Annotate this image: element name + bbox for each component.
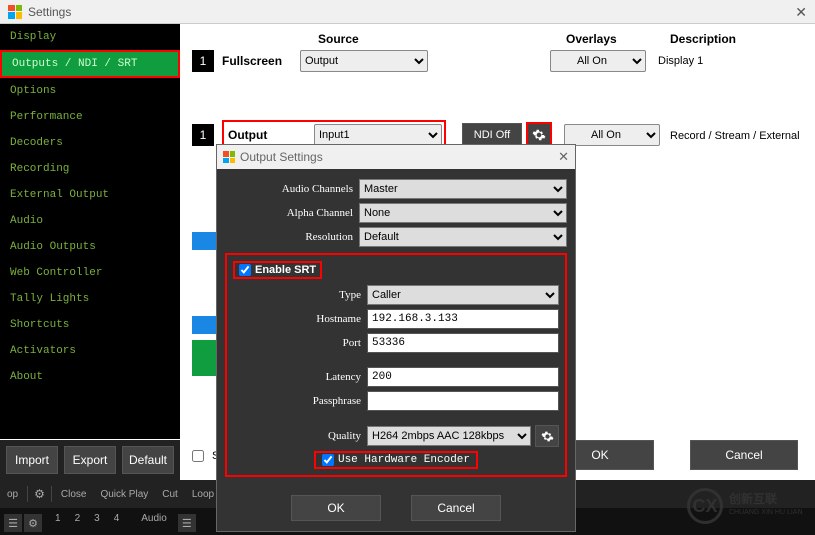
sidebar-item-outputs[interactable]: Outputs / NDI / SRT <box>0 50 180 78</box>
watermark-symbol: CX <box>687 488 723 524</box>
sidebar-item-decoders[interactable]: Decoders <box>0 130 180 156</box>
main-cancel-button[interactable]: Cancel <box>690 440 798 470</box>
gear-icon <box>541 430 554 443</box>
sidebar-item-about[interactable]: About <box>0 364 180 390</box>
enable-srt-checkbox-input[interactable] <box>239 264 251 276</box>
resolution-label: Resolution <box>225 231 359 243</box>
quality-select[interactable]: H264 2mbps AAC 128kbps <box>367 426 531 446</box>
main-titlebar: Settings ✕ <box>0 0 815 24</box>
close-button[interactable]: Close <box>54 483 94 505</box>
srt-section: Enable SRT Type Caller Hostname Port Lat… <box>225 253 567 477</box>
output-overlay-select[interactable]: All On <box>564 124 660 146</box>
close-icon[interactable]: ✕ <box>795 4 807 21</box>
dialog-close-icon[interactable]: ✕ <box>558 149 569 165</box>
row1-desc: Display 1 <box>658 55 703 67</box>
audio-channels-label: Audio Channels <box>225 183 359 195</box>
watermark-logo: CX 创新互联 CHUANG XIN HU LIAN <box>687 485 809 527</box>
quality-label: Quality <box>233 430 367 442</box>
dialog-footer: OK Cancel <box>217 485 575 531</box>
sidebar: Display Outputs / NDI / SRT Options Perf… <box>0 24 180 439</box>
fullscreen-label: Fullscreen <box>222 54 300 68</box>
bg-fragment <box>192 316 216 334</box>
export-button[interactable]: Export <box>64 446 116 474</box>
num-2[interactable]: 2 <box>68 512 88 534</box>
audio-channels-select[interactable]: Master <box>359 179 567 199</box>
sidebar-item-web-controller[interactable]: Web Controller <box>0 260 180 286</box>
sidebar-item-audio[interactable]: Audio <box>0 208 180 234</box>
gear-icon[interactable]: ⚙ <box>24 514 42 532</box>
latency-label: Latency <box>233 371 367 383</box>
sidebar-item-recording[interactable]: Recording <box>0 156 180 182</box>
hostname-input[interactable] <box>367 309 559 329</box>
dialog-cancel-button[interactable]: Cancel <box>411 495 501 521</box>
main-dialog-buttons: OK Cancel <box>546 440 798 470</box>
num-4[interactable]: 4 <box>107 512 127 534</box>
alpha-channel-select[interactable]: None <box>359 203 567 223</box>
sidebar-bottom-buttons: Import Export Default <box>0 440 180 480</box>
fullscreen-source-select[interactable]: Output <box>300 50 428 72</box>
bg-fragment <box>192 232 216 250</box>
column-header-overlays: Overlays <box>566 32 617 46</box>
display-row-1: 1 Fullscreen Output All On Display 1 <box>192 50 807 72</box>
port-input[interactable] <box>367 333 559 353</box>
hw-encoder-checkbox[interactable]: Use Hardware Encoder <box>314 451 478 469</box>
row2-desc: Record / Stream / External <box>670 130 800 142</box>
app-logo-icon <box>223 151 235 163</box>
dialog-ok-button[interactable]: OK <box>291 495 381 521</box>
passphrase-label: Passphrase <box>233 395 367 407</box>
fullscreen-overlay-select[interactable]: All On <box>550 50 646 72</box>
port-label: Port <box>233 337 367 349</box>
quality-settings-button[interactable] <box>535 425 559 447</box>
cut-button[interactable]: Cut <box>155 483 185 505</box>
num-3[interactable]: 3 <box>87 512 107 534</box>
passphrase-input[interactable] <box>367 391 559 411</box>
output-source-select[interactable]: Input1 <box>314 124 442 146</box>
sidebar-item-shortcuts[interactable]: Shortcuts <box>0 312 180 338</box>
row-number: 1 <box>192 124 214 146</box>
list-icon[interactable]: ☰ <box>4 514 22 532</box>
main-title: Settings <box>28 5 71 19</box>
latency-input[interactable] <box>367 367 559 387</box>
type-label: Type <box>233 289 367 301</box>
sidebar-item-display[interactable]: Display <box>0 24 180 50</box>
hw-encoder-checkbox-input[interactable] <box>322 454 334 466</box>
sidebar-item-performance[interactable]: Performance <box>0 104 180 130</box>
bg-fragment <box>192 340 216 376</box>
hostname-label: Hostname <box>233 313 367 325</box>
show-checkbox[interactable] <box>192 450 204 462</box>
sidebar-item-options[interactable]: Options <box>0 78 180 104</box>
dialog-titlebar: Output Settings ✕ <box>217 145 575 169</box>
import-button[interactable]: Import <box>6 446 58 474</box>
column-header-description: Description <box>670 32 736 46</box>
num-1[interactable]: 1 <box>48 512 68 534</box>
output-label: Output <box>226 128 314 142</box>
sidebar-item-audio-outputs[interactable]: Audio Outputs <box>0 234 180 260</box>
gear-icon <box>532 128 546 142</box>
app-logo-icon <box>8 5 22 19</box>
gear-icon[interactable]: ⚙ <box>30 487 49 501</box>
row-number: 1 <box>192 50 214 72</box>
sidebar-item-tally-lights[interactable]: Tally Lights <box>0 286 180 312</box>
sidebar-item-external-output[interactable]: External Output <box>0 182 180 208</box>
srt-type-select[interactable]: Caller <box>367 285 559 305</box>
column-header-source: Source <box>318 32 359 46</box>
quick-play-button[interactable]: Quick Play <box>93 483 155 505</box>
dialog-title: Output Settings <box>240 150 323 164</box>
audio-button[interactable]: Audio <box>134 512 174 534</box>
sidebar-item-activators[interactable]: Activators <box>0 338 180 364</box>
op-button[interactable]: op <box>0 483 25 505</box>
default-button[interactable]: Default <box>122 446 174 474</box>
enable-srt-checkbox[interactable]: Enable SRT <box>233 261 322 279</box>
output-settings-dialog: Output Settings ✕ Audio Channels Master … <box>216 144 576 532</box>
list-icon[interactable]: ☰ <box>178 514 196 532</box>
alpha-channel-label: Alpha Channel <box>225 207 359 219</box>
resolution-select[interactable]: Default <box>359 227 567 247</box>
